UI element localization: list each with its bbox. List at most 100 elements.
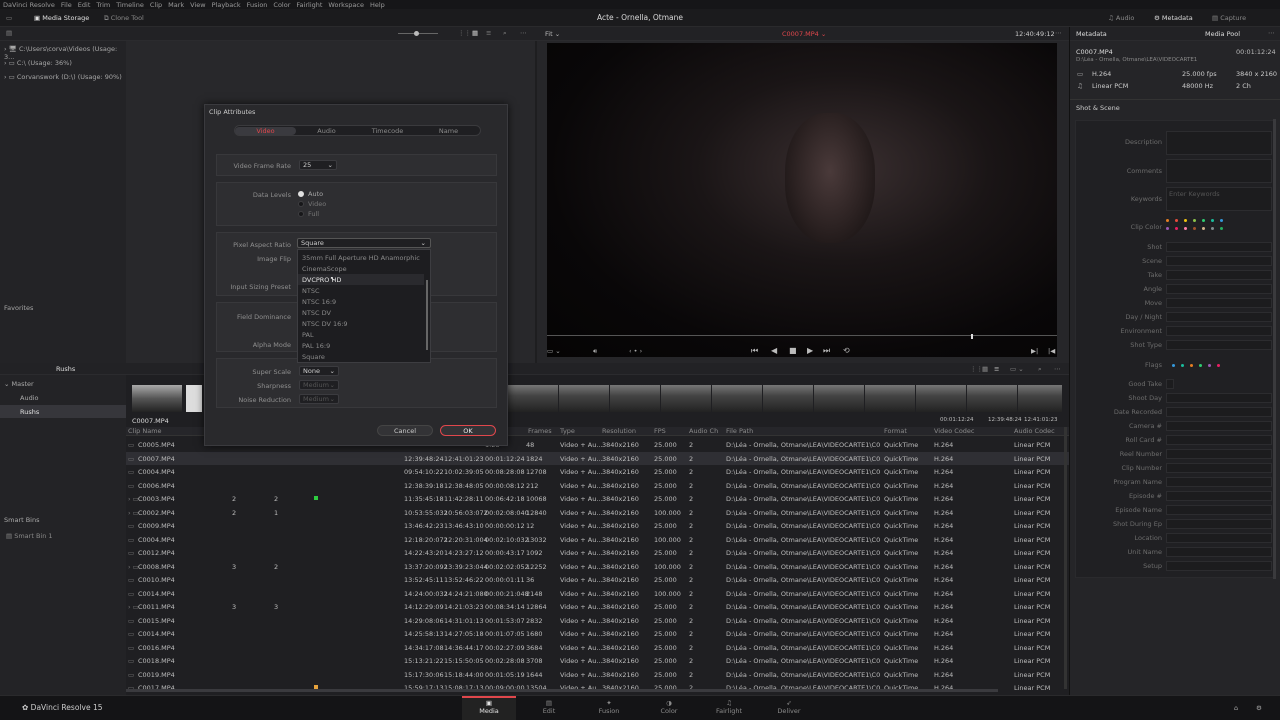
table-row[interactable]: ▭ C0010.MP4 13:52:45:11 13:52:46:22 00:00:01…	[126, 573, 1069, 587]
radio-full[interactable]: Full	[298, 210, 319, 218]
program-name-field[interactable]	[1166, 477, 1272, 487]
menu-item[interactable]: File	[61, 1, 72, 9]
menu-item[interactable]: Color	[273, 1, 290, 9]
comments-field[interactable]	[1166, 159, 1272, 183]
table-row[interactable]: ▭ C0014.MP4 14:25:58:13 14:27:05:18 00:01:07…	[126, 627, 1069, 641]
search-icon[interactable]: ⌕	[503, 29, 507, 38]
table-row[interactable]: ▭ C0004.MP4 12:18:20:072 12:20:31:004 00:02:…	[126, 533, 1069, 547]
audio-button[interactable]: ♫ Audio	[1108, 14, 1134, 22]
vertical-scrollbar[interactable]	[1064, 427, 1067, 689]
filmstrip-frame[interactable]	[967, 385, 1017, 412]
filmstrip-frame[interactable]	[508, 385, 558, 412]
shot-type-field[interactable]	[1166, 340, 1272, 350]
jog-icon[interactable]: ‹ • ›	[629, 347, 642, 355]
bin-audio[interactable]: Audio	[20, 394, 38, 402]
page-fusion[interactable]: ✦ Fusion	[582, 699, 636, 715]
storage-item[interactable]: › ▭ C:\ (Usage: 36%)	[4, 59, 72, 67]
col-type[interactable]: Type	[560, 427, 575, 435]
filmstrip-frame[interactable]	[763, 385, 813, 412]
episode-name-field[interactable]	[1166, 505, 1272, 515]
table-row[interactable]: ▭ C0018.MP4 15:13:21:22 15:15:50:05 00:02:28…	[126, 654, 1069, 668]
table-row[interactable]: › ▭ C0011.MP4 3 3 14:12:29:09 14:21:03:23 00:0…	[126, 600, 1069, 614]
volume-icon[interactable]: 🔊︎	[593, 347, 597, 356]
storage-item[interactable]: › ▭ Corvanswork (D:\) (Usage: 90%)	[4, 73, 122, 81]
col-clip-name[interactable]: Clip Name	[128, 427, 162, 435]
setup-field[interactable]	[1166, 561, 1272, 571]
table-row[interactable]: ▭ C0015.MP4 14:29:08:06 14:31:01:13 00:01:53…	[126, 614, 1069, 628]
col-format[interactable]: Format	[884, 427, 907, 435]
table-row[interactable]: ▭ C0019.MP4 15:17:30:06 15:18:44:00 00:01:05…	[126, 668, 1069, 682]
filmstrip-frame[interactable]	[916, 385, 966, 412]
location-field[interactable]	[1166, 533, 1272, 543]
shoot-day-field[interactable]	[1166, 393, 1272, 403]
filmstrip-frame[interactable]	[814, 385, 864, 412]
menu-item[interactable]: Edit	[78, 1, 91, 9]
clip-color-swatches[interactable]	[1166, 216, 1276, 232]
menu-item[interactable]: Mark	[168, 1, 184, 9]
camera-field[interactable]	[1166, 421, 1272, 431]
col-file-path[interactable]: File Path	[726, 427, 753, 435]
viewer-more-icon[interactable]: ⋯	[1055, 29, 1062, 37]
table-row[interactable]: ▭ C0012.MP4 14:22:43:20 14:23:27:12 00:00:43…	[126, 546, 1069, 560]
filmstrip-frame[interactable]	[610, 385, 660, 412]
tab-video[interactable]: Video	[235, 127, 296, 135]
menu-item[interactable]: Help	[370, 1, 385, 9]
dropdown-option[interactable]: PAL 16:9	[298, 340, 424, 351]
dropdown-option[interactable]: NTSC DV 16:9	[298, 318, 424, 329]
filmstrip-frame[interactable]	[559, 385, 609, 412]
sort-icon[interactable]: ▭ ⌄	[1010, 365, 1024, 373]
description-field[interactable]	[1166, 131, 1272, 155]
storage-toggle-icon[interactable]: ▤	[6, 29, 12, 37]
home-icon[interactable]: ⌂	[1234, 704, 1238, 712]
menu-item[interactable]: Trim	[96, 1, 110, 9]
smart-bin-item[interactable]: ▤ Smart Bin 1	[6, 532, 53, 540]
metadata-more-icon[interactable]: ⋯	[1268, 29, 1275, 37]
table-row[interactable]: ▭ C0009.MP4 13:46:42:23 13:46:43:10 00:00:00…	[126, 519, 1069, 533]
table-row[interactable]: › ▭ C0003.MP4 2 2 11:35:45:18 11:42:28:11 00:0…	[126, 492, 1069, 506]
mark-in-icon[interactable]: ▶|	[1031, 347, 1038, 355]
shot-field[interactable]	[1166, 242, 1272, 252]
unit-name-field[interactable]	[1166, 547, 1272, 557]
bin-master[interactable]: ⌄ Master	[4, 380, 34, 388]
metadata-scrollbar[interactable]	[1273, 119, 1276, 579]
go-to-end-icon[interactable]: ⏭	[823, 346, 830, 356]
page-edit[interactable]: ▤ Edit	[522, 699, 576, 715]
dropdown-option[interactable]: NTSC 16:9	[298, 296, 424, 307]
loop-icon[interactable]: ⟲	[843, 346, 850, 355]
angle-field[interactable]	[1166, 284, 1272, 294]
viewer-clip-name[interactable]: C0007.MP4 ⌄	[782, 30, 826, 38]
shot-during-ep-field[interactable]	[1166, 519, 1272, 529]
col-video-codec[interactable]: Video Codec	[934, 427, 975, 435]
table-row[interactable]: ▭ C0016.MP4 14:34:17:08 14:36:44:17 00:02:27…	[126, 641, 1069, 655]
reel-number-field[interactable]	[1166, 449, 1272, 459]
pixel-aspect-dropdown[interactable]: Square ⌄	[297, 238, 431, 248]
col-audio-codec[interactable]: Audio Codec	[1014, 427, 1055, 435]
col-audio-ch[interactable]: Audio Ch	[689, 427, 718, 435]
cancel-button[interactable]: Cancel	[377, 425, 433, 436]
menu-item[interactable]: Workspace	[328, 1, 364, 9]
filmstrip-frame[interactable]	[661, 385, 711, 412]
episode-field[interactable]	[1166, 491, 1272, 501]
sharpness-dropdown[interactable]: Medium ⌄	[299, 380, 339, 390]
more-icon[interactable]: ⋯	[520, 29, 527, 37]
good-take-checkbox[interactable]	[1166, 379, 1174, 389]
dropdown-option[interactable]: CinemaScope	[298, 263, 424, 274]
day-night-field[interactable]	[1166, 312, 1272, 322]
flags-swatches[interactable]	[1172, 361, 1226, 369]
clip-thumbnail[interactable]	[132, 385, 182, 412]
tab-name[interactable]: Name	[418, 127, 479, 135]
dropdown-option[interactable]: 35mm Full Aperture HD Anamorphic	[298, 252, 424, 263]
capture-button[interactable]: ▤ Capture	[1212, 14, 1246, 22]
page-fairlight[interactable]: ♫ Fairlight	[702, 699, 756, 715]
date-recorded-field[interactable]	[1166, 407, 1272, 417]
clip-thumbnail[interactable]	[186, 385, 202, 412]
search-icon[interactable]: ⌕	[1038, 365, 1042, 374]
scene-field[interactable]	[1166, 256, 1272, 266]
go-to-start-icon[interactable]: ⏮	[751, 346, 758, 356]
tab-audio[interactable]: Audio	[296, 127, 357, 135]
shot-scene-header[interactable]: Shot & Scene	[1076, 104, 1120, 112]
thumbnail-view-icon[interactable]: ▦	[982, 365, 988, 373]
page-deliver[interactable]: ➶ Deliver	[762, 699, 816, 715]
dropdown-option[interactable]: Square	[298, 351, 424, 362]
panel-toggle-icon[interactable]: ▭	[6, 14, 12, 22]
